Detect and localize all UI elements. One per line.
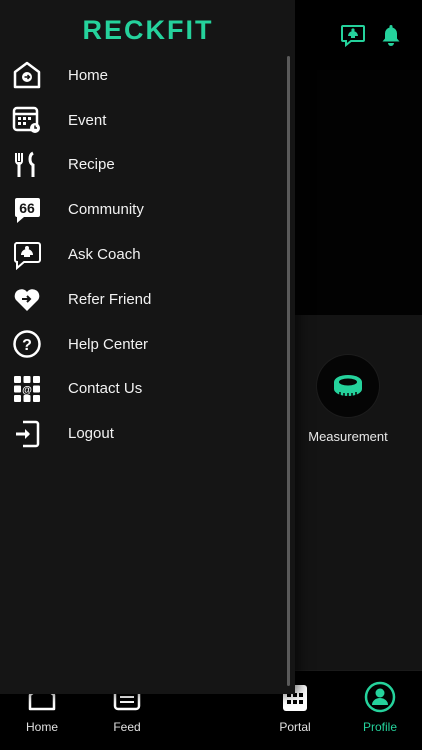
drawer-item-label: Home	[68, 66, 109, 84]
bottom-nav-home-label: Home	[25, 720, 58, 734]
bell-icon[interactable]	[376, 20, 406, 50]
contact-icon: @	[12, 374, 42, 404]
drawer-item-community[interactable]: 66 Community	[0, 187, 285, 232]
measurement-tile[interactable]: Measurement	[305, 355, 391, 444]
svg-text:RECKFIT: RECKFIT	[82, 15, 213, 45]
reckfit-logo: RECKFIT	[0, 14, 295, 46]
calendar-icon	[12, 105, 42, 135]
drawer-item-logout[interactable]: Logout	[0, 411, 285, 456]
ask-coach-icon	[12, 240, 42, 270]
fork-knife-icon	[12, 150, 42, 180]
svg-text:?: ?	[22, 337, 32, 354]
drawer-item-label: Logout	[68, 425, 114, 443]
drawer-item-refer-friend[interactable]: Refer Friend	[0, 277, 285, 322]
ask-coach-icon[interactable]	[338, 20, 368, 50]
drawer-item-ask-coach[interactable]: Ask Coach	[0, 232, 285, 277]
drawer-item-label: Ask Coach	[68, 246, 141, 264]
bottom-nav-profile-label: Profile	[362, 720, 397, 734]
drawer-item-recipe[interactable]: Recipe	[0, 143, 285, 188]
drawer-scrollbar[interactable]	[287, 56, 290, 686]
measurement-icon-circle	[317, 355, 379, 417]
measurement-label: Measurement	[308, 429, 388, 444]
svg-text:@: @	[22, 385, 32, 396]
drawer-item-label: Help Center	[68, 335, 149, 353]
community-chat-icon: 66	[12, 195, 42, 225]
drawer-menu: Home Event Recipe 66 Community Ask Coach	[0, 53, 285, 456]
drawer-item-label: Event	[68, 111, 107, 129]
profile-icon	[345, 679, 415, 715]
home-icon	[12, 60, 42, 90]
bottom-nav-portal-label: Portal	[279, 720, 311, 734]
drawer-item-label: Refer Friend	[68, 290, 152, 308]
side-drawer: RECKFIT Home Event Recipe 66 Community A…	[0, 0, 295, 694]
heart-share-icon	[12, 284, 42, 314]
bottom-nav-feed-label: Feed	[113, 720, 141, 734]
drawer-item-label: Recipe	[68, 156, 115, 174]
drawer-item-label: Contact Us	[68, 380, 143, 398]
drawer-item-event[interactable]: Event	[0, 98, 285, 143]
logout-icon	[12, 419, 42, 449]
measuring-tape-icon	[334, 375, 362, 397]
drawer-item-label: Community	[68, 201, 144, 219]
svg-text:66: 66	[19, 200, 35, 216]
drawer-item-home[interactable]: Home	[0, 53, 285, 98]
drawer-item-help-center[interactable]: ? Help Center	[0, 322, 285, 367]
bottom-nav-profile[interactable]: Profile	[345, 679, 415, 734]
help-icon: ?	[12, 329, 42, 359]
drawer-item-contact-us[interactable]: @ Contact Us	[0, 367, 285, 412]
